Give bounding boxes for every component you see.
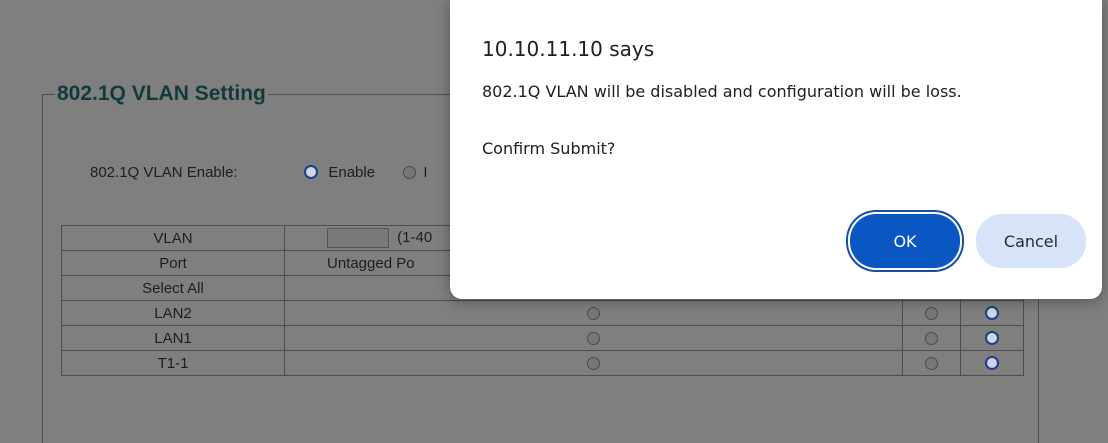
tagged-radio[interactable]: [925, 306, 939, 320]
untagged-radio[interactable]: [587, 306, 601, 320]
row-name: LAN2: [61, 300, 285, 326]
untagged-radio[interactable]: [587, 331, 601, 345]
not-member-radio[interactable]: [985, 330, 1000, 345]
not-member-radio[interactable]: [985, 305, 1000, 320]
confirm-dialog: 10.10.11.10 says 802.1Q VLAN will be dis…: [450, 0, 1102, 299]
disable-radio-label: I: [423, 164, 428, 181]
cancel-button[interactable]: Cancel: [976, 214, 1086, 268]
dialog-title: 10.10.11.10 says: [482, 37, 655, 61]
vlan-id-input[interactable]: [327, 228, 389, 248]
table-row: LAN1: [61, 325, 1024, 351]
row-name: T1-1: [61, 350, 285, 376]
ok-button[interactable]: OK: [850, 214, 960, 268]
enable-radio-label: Enable: [328, 164, 376, 181]
browser-page: 802.1Q VLAN Setting 802.1Q VLAN Enable: …: [0, 0, 1108, 443]
row-name: LAN1: [61, 325, 285, 351]
table-row: LAN2: [61, 300, 1024, 326]
untagged-radio[interactable]: [587, 356, 601, 370]
vlan-id-label: VLAN: [61, 225, 285, 251]
not-member-radio[interactable]: [985, 355, 1000, 370]
dialog-question: Confirm Submit?: [482, 139, 616, 158]
table-row: T1-1: [61, 350, 1024, 376]
row-name: Select All: [61, 275, 285, 301]
port-label: Port: [61, 250, 285, 276]
tagged-radio[interactable]: [925, 331, 939, 345]
enable-radio[interactable]: [304, 165, 319, 179]
vlan-enable-label: 802.1Q VLAN Enable:: [90, 164, 238, 181]
vlan-range-hint: (1-40: [397, 228, 433, 246]
dialog-message: 802.1Q VLAN will be disabled and configu…: [482, 82, 962, 101]
tagged-radio[interactable]: [925, 356, 939, 370]
disable-radio[interactable]: [403, 166, 417, 179]
section-title: 802.1Q VLAN Setting: [57, 82, 266, 105]
vlan-enable-row: 802.1Q VLAN Enable: Enable I: [90, 164, 428, 181]
